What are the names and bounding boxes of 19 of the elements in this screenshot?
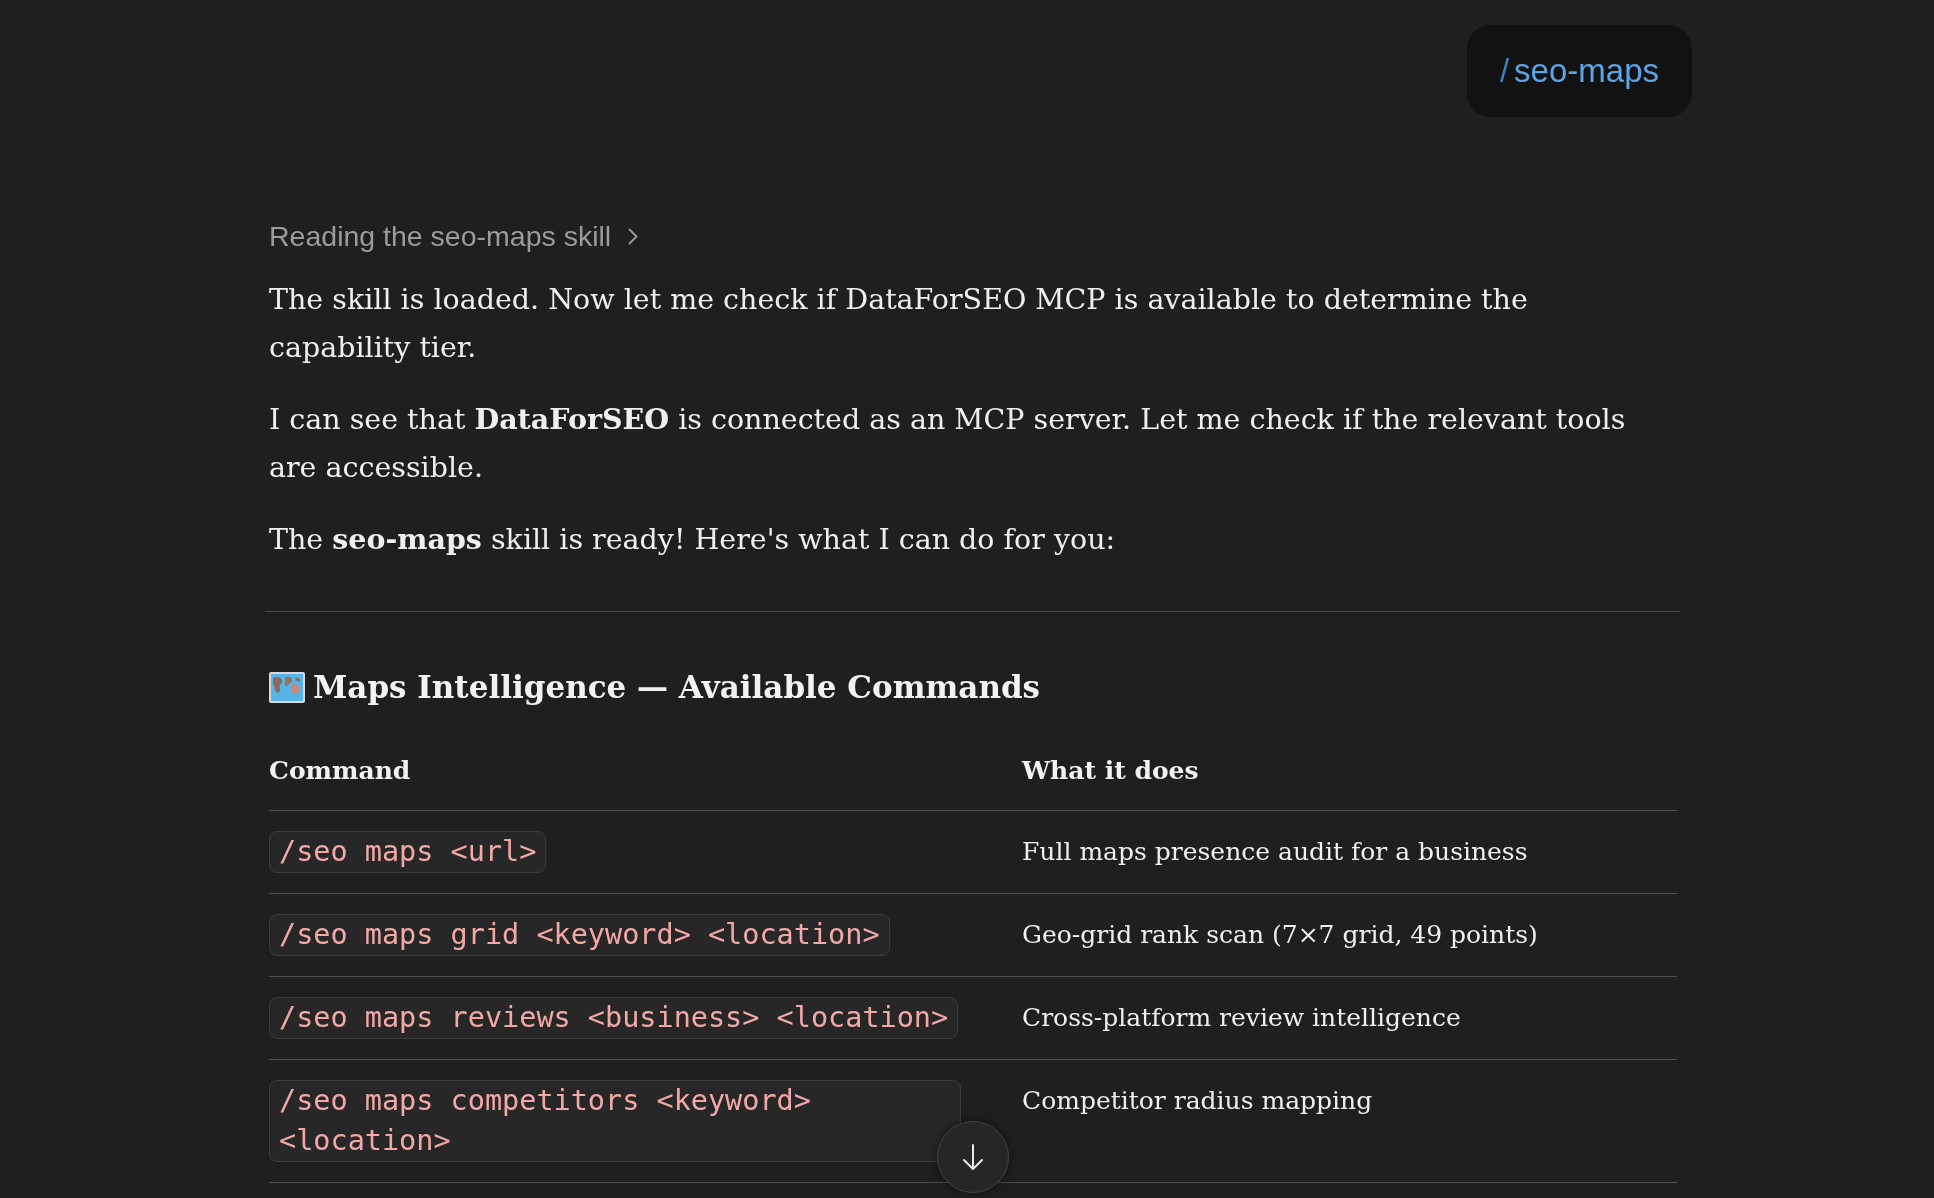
command-code: /seo maps reviews <business> <location> [269,997,959,1039]
message-paragraph: I can see that DataForSEO is connected as an MCP server. Let me check if the relevant tools are accessible. [269,401,1627,486]
column-header: What it does [1022,755,1200,787]
world-map-icon [269,671,305,703]
slash-command-text: /seo-maps [1499,52,1659,90]
column-header: Command [269,755,412,787]
skill-reading-toggle[interactable]: Reading the seo-maps skill [269,218,639,254]
message-paragraph: The skill is loaded. Now let me check if DataForSEO MCP is available to determine the capability tier. [269,282,1529,366]
command-code: /seo maps <url> [269,831,547,873]
command-description: Geo-grid rank scan (7×7 grid, 49 points) [1022,919,1538,951]
command-code: /seo maps grid <keyword> <location> [269,914,890,956]
command-description: Full maps presence audit for a business [1022,836,1528,868]
section-heading: Maps Intelligence — Available Commands [313,668,1041,707]
command-description: Cross-platform review intelligence [1022,1002,1461,1034]
chevron-right-icon [628,227,639,245]
message-paragraph: The seo-maps skill is ready! Here's what I can do for you: [269,521,1117,558]
command-description: Competitor radius mapping [1022,1085,1373,1117]
arrow-down-icon [962,1143,984,1171]
command-code: /seo maps competitors <keyword> <location> [269,1080,961,1162]
